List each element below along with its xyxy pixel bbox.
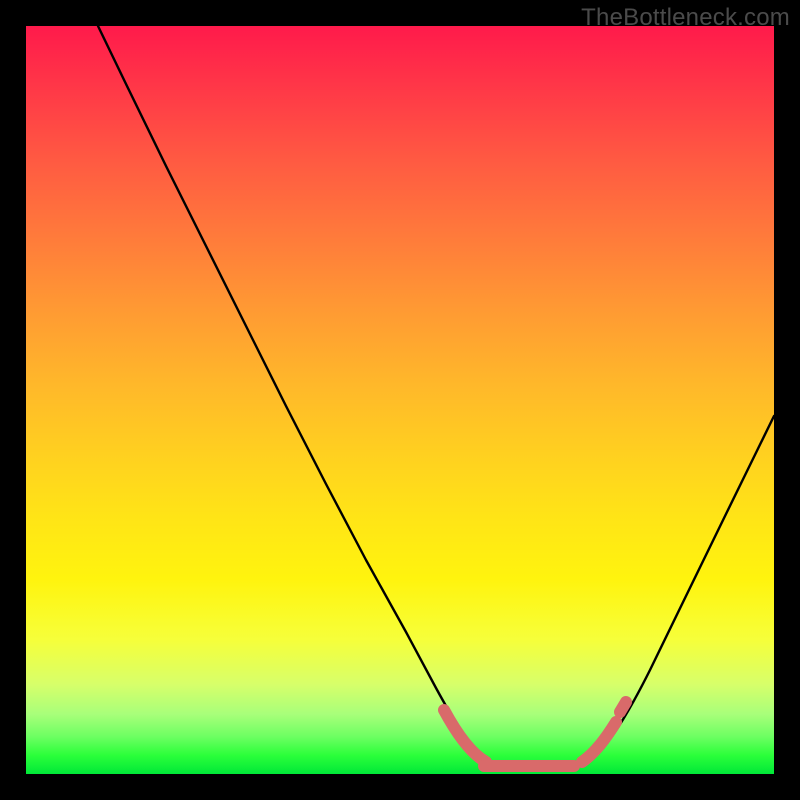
- chart-frame: TheBottleneck.com: [0, 0, 800, 800]
- watermark-text: TheBottleneck.com: [581, 4, 790, 32]
- bottleneck-curve: [98, 26, 774, 767]
- chart-svg: [26, 26, 774, 774]
- trough-highlight: [444, 702, 626, 766]
